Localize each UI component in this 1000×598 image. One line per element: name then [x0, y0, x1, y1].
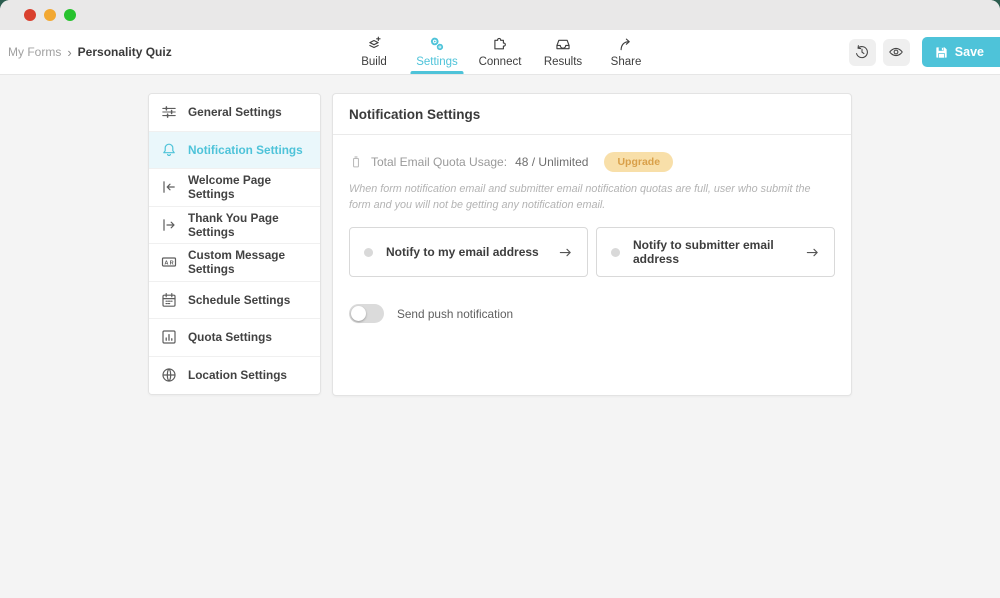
battery-icon — [349, 155, 363, 169]
notify-submitter-email-card[interactable]: Notify to submitter email address — [596, 227, 835, 277]
save-button[interactable]: Save — [922, 37, 1000, 67]
sidebar-item-thank-you-page-settings[interactable]: Thank You Page Settings — [149, 207, 320, 245]
sidebar-item-label: Welcome Page Settings — [188, 173, 308, 201]
quota-usage-label: Total Email Quota Usage: — [371, 155, 507, 169]
sidebar-item-welcome-page-settings[interactable]: Welcome Page Settings — [149, 169, 320, 207]
tab-settings[interactable]: Settings — [406, 30, 469, 74]
tab-results[interactable]: Results — [532, 30, 595, 74]
sidebar-item-label: Location Settings — [188, 368, 287, 382]
settings-sidebar: General Settings Notification Settings W… — [148, 93, 321, 395]
toggle-knob — [351, 306, 366, 321]
nav-actions: Save — [849, 30, 1000, 74]
arrow-right-icon — [805, 245, 820, 260]
share-icon — [618, 36, 635, 53]
status-dot — [364, 248, 373, 257]
sliders-icon — [161, 104, 177, 120]
sidebar-item-label: General Settings — [188, 105, 282, 119]
sidebar-item-label: Notification Settings — [188, 143, 303, 157]
sidebar-item-label: Schedule Settings — [188, 293, 290, 307]
notification-settings-panel: Notification Settings Total Email Quota … — [332, 93, 852, 396]
bell-icon — [161, 142, 177, 158]
tab-share-label: Share — [611, 56, 642, 68]
tab-build-label: Build — [361, 56, 387, 68]
sidebar-item-general-settings[interactable]: General Settings — [149, 94, 320, 132]
sidebar-item-label: Custom Message Settings — [188, 248, 308, 276]
main-tabs: Build Settings Connect — [343, 30, 658, 74]
notify-cards: Notify to my email address Notify to sub… — [349, 227, 835, 277]
app-window: My Forms › Personality Quiz Build — [0, 0, 1000, 598]
globe-icon — [161, 367, 177, 383]
quota-description: When form notification email and submitt… — [349, 181, 835, 213]
push-notification-row: Send push notification — [349, 304, 835, 323]
sidebar-item-schedule-settings[interactable]: Schedule Settings — [149, 282, 320, 320]
svg-text:R: R — [170, 261, 174, 267]
arrow-right-icon — [558, 245, 573, 260]
content-area: General Settings Notification Settings W… — [0, 75, 1000, 396]
tab-connect-label: Connect — [479, 56, 522, 68]
tab-share[interactable]: Share — [595, 30, 658, 74]
abbreviation-box-icon: A R — [161, 254, 177, 270]
upgrade-badge[interactable]: Upgrade — [604, 152, 673, 172]
push-notification-toggle[interactable] — [349, 304, 384, 323]
preview-button[interactable] — [883, 39, 910, 66]
svg-text:A: A — [164, 261, 168, 267]
zoom-window-button[interactable] — [64, 9, 76, 21]
tab-results-label: Results — [544, 56, 582, 68]
status-dot — [611, 248, 620, 257]
sidebar-item-notification-settings[interactable]: Notification Settings — [149, 132, 320, 170]
sidebar-item-custom-message-settings[interactable]: A R Custom Message Settings — [149, 244, 320, 282]
save-button-label: Save — [955, 45, 984, 59]
sidebar-item-quota-settings[interactable]: Quota Settings — [149, 319, 320, 357]
notify-my-email-label: Notify to my email address — [386, 245, 539, 259]
connect-icon — [492, 36, 509, 53]
sidebar-item-label: Thank You Page Settings — [188, 211, 308, 239]
notify-my-email-card[interactable]: Notify to my email address — [349, 227, 588, 277]
quota-usage-value: 48 / Unlimited — [515, 155, 588, 169]
push-notification-label: Send push notification — [397, 307, 513, 321]
quota-usage-row: Total Email Quota Usage: 48 / Unlimited … — [349, 152, 835, 172]
sidebar-item-location-settings[interactable]: Location Settings — [149, 357, 320, 395]
panel-body: Total Email Quota Usage: 48 / Unlimited … — [333, 135, 851, 340]
history-icon — [854, 44, 870, 60]
notify-submitter-email-label: Notify to submitter email address — [633, 238, 805, 266]
close-window-button[interactable] — [24, 9, 36, 21]
breadcrumb: My Forms › Personality Quiz — [8, 30, 172, 74]
skip-back-icon — [161, 179, 177, 195]
title-bar — [0, 0, 1000, 30]
tab-build[interactable]: Build — [343, 30, 406, 74]
history-button[interactable] — [849, 39, 876, 66]
top-nav: My Forms › Personality Quiz Build — [0, 30, 1000, 75]
skip-forward-icon — [161, 217, 177, 233]
eye-icon — [888, 44, 904, 60]
tab-settings-label: Settings — [416, 56, 458, 68]
breadcrumb-my-forms[interactable]: My Forms — [8, 45, 61, 59]
breadcrumb-current-form: Personality Quiz — [78, 45, 172, 59]
breadcrumb-separator: › — [67, 45, 71, 60]
tab-connect[interactable]: Connect — [469, 30, 532, 74]
calendar-icon — [161, 292, 177, 308]
panel-title: Notification Settings — [333, 94, 851, 135]
results-icon — [555, 36, 572, 53]
bar-chart-box-icon — [161, 329, 177, 345]
build-icon — [366, 36, 383, 53]
floppy-icon — [934, 45, 949, 60]
sidebar-item-label: Quota Settings — [188, 330, 272, 344]
settings-icon — [429, 36, 446, 53]
minimize-window-button[interactable] — [44, 9, 56, 21]
